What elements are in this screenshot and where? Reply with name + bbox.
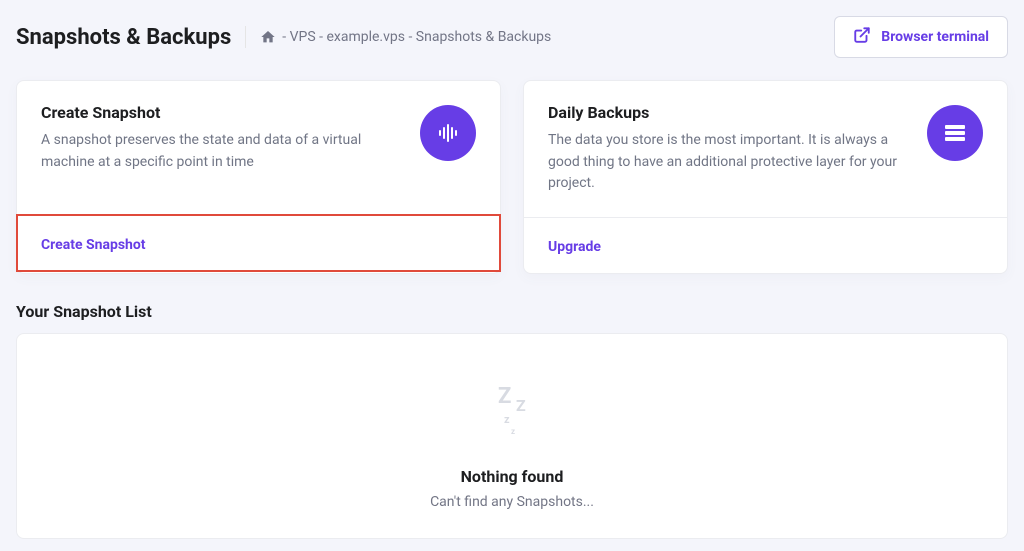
breadcrumb-text: - VPS - example.vps - Snapshots & Backup… (282, 29, 551, 45)
cards-row: Create Snapshot A snapshot preserves the… (16, 80, 1008, 274)
upgrade-link: Upgrade (548, 239, 601, 255)
card-body: Create Snapshot A snapshot preserves the… (17, 81, 500, 215)
svg-text:Z: Z (498, 384, 511, 409)
empty-state-description: Can't find any Snapshots... (430, 494, 594, 510)
create-snapshot-action[interactable]: Create Snapshot (17, 215, 500, 271)
card-body: Daily Backups The data you store is the … (524, 81, 1007, 217)
empty-state-title: Nothing found (461, 467, 564, 486)
divider (245, 26, 246, 48)
svg-text:Z: Z (516, 396, 526, 415)
daily-backups-card: Daily Backups The data you store is the … (523, 80, 1008, 274)
snapshot-list-panel: Z Z z z Nothing found Can't find any Sna… (16, 333, 1008, 539)
browser-terminal-button[interactable]: Browser terminal (834, 16, 1008, 58)
page-title: Snapshots & Backups (16, 25, 231, 50)
terminal-button-label: Browser terminal (881, 29, 989, 45)
page-header: Snapshots & Backups - VPS - example.vps … (16, 16, 1008, 58)
card-text: Create Snapshot A snapshot preserves the… (41, 103, 420, 173)
home-icon (260, 29, 276, 45)
snapshot-list-title: Your Snapshot List (16, 302, 1008, 321)
daily-backups-title: Daily Backups (548, 103, 911, 122)
svg-text:z: z (504, 413, 510, 426)
sound-wave-icon (420, 105, 476, 161)
svg-text:z: z (511, 427, 515, 436)
daily-backups-description: The data you store is the most important… (548, 130, 911, 195)
create-snapshot-card: Create Snapshot A snapshot preserves the… (16, 80, 501, 274)
server-stack-icon (927, 105, 983, 161)
header-left: Snapshots & Backups - VPS - example.vps … (16, 25, 551, 50)
create-snapshot-title: Create Snapshot (41, 103, 404, 122)
breadcrumb[interactable]: - VPS - example.vps - Snapshots & Backup… (260, 29, 551, 45)
external-link-icon (853, 26, 871, 48)
create-snapshot-description: A snapshot preserves the state and data … (41, 130, 404, 173)
card-text: Daily Backups The data you store is the … (548, 103, 927, 195)
create-snapshot-link: Create Snapshot (41, 237, 146, 253)
upgrade-action[interactable]: Upgrade (524, 217, 1007, 273)
sleep-icon: Z Z z z (480, 383, 544, 445)
